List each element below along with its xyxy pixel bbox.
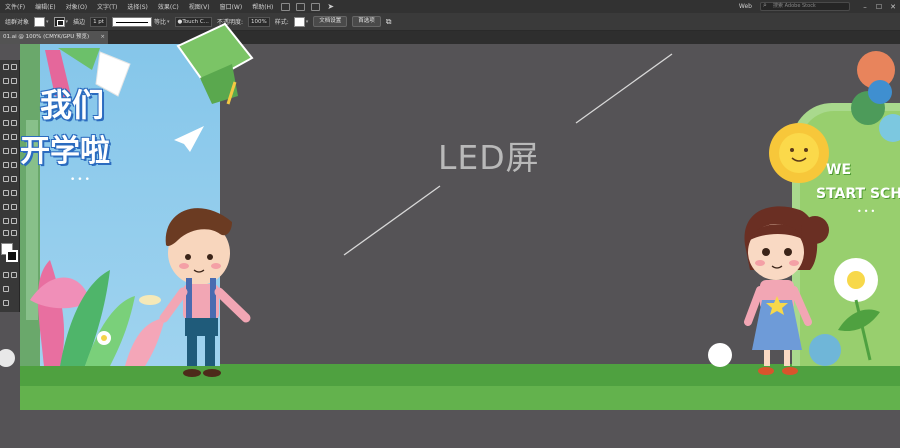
- selection-tool-icon[interactable]: [3, 64, 9, 70]
- illustrator-window: 文件(F) 编辑(E) 对象(O) 文字(T) 选择(S) 效果(C) 视图(V…: [0, 0, 900, 448]
- perspective-grid-tool-icon[interactable]: [11, 176, 17, 182]
- magic-wand-tool-icon[interactable]: [3, 78, 9, 84]
- width-tool-icon[interactable]: [3, 162, 9, 168]
- graph-tool-icon[interactable]: [3, 218, 9, 224]
- artboard-tool-icon[interactable]: [11, 218, 17, 224]
- gradient-tool-icon[interactable]: [11, 190, 17, 196]
- lasso-tool-icon[interactable]: [11, 78, 17, 84]
- rectangle-tool-icon[interactable]: [3, 120, 9, 126]
- free-transform-tool-icon[interactable]: [11, 162, 17, 168]
- right-title-line-2: START SCHO: [816, 186, 900, 202]
- tools-panel: [0, 60, 20, 312]
- direct-selection-tool-icon[interactable]: [11, 64, 17, 70]
- gradient-mode-icon[interactable]: [11, 272, 17, 278]
- blend-tool-icon[interactable]: [11, 204, 17, 210]
- color-mode-icon[interactable]: [3, 272, 9, 278]
- scale-tool-icon[interactable]: [11, 148, 17, 154]
- curvature-tool-icon[interactable]: [11, 92, 17, 98]
- shape-builder-tool-icon[interactable]: [3, 176, 9, 182]
- eyedropper-tool-icon[interactable]: [3, 204, 9, 210]
- rotate-tool-icon[interactable]: [3, 148, 9, 154]
- screen-mode-icon[interactable]: [3, 300, 9, 306]
- mesh-tool-icon[interactable]: [3, 190, 9, 196]
- stroke-color-box[interactable]: [6, 250, 18, 262]
- paintbrush-tool-icon[interactable]: [11, 120, 17, 126]
- draw-mode-icon[interactable]: [3, 286, 9, 292]
- pencil-tool-icon[interactable]: [3, 134, 9, 140]
- zoom-tool-icon[interactable]: [11, 230, 17, 236]
- type-tool-icon[interactable]: [3, 106, 9, 112]
- right-title-dots: •••: [857, 207, 878, 216]
- sun-icon: [769, 123, 829, 183]
- hand-tool-icon[interactable]: [3, 230, 9, 236]
- line-tool-icon[interactable]: [11, 106, 17, 112]
- right-poster-decorations: [708, 51, 900, 375]
- pen-tool-icon[interactable]: [3, 92, 9, 98]
- right-title-line-1: WE: [826, 162, 852, 178]
- eraser-tool-icon[interactable]: [11, 134, 17, 140]
